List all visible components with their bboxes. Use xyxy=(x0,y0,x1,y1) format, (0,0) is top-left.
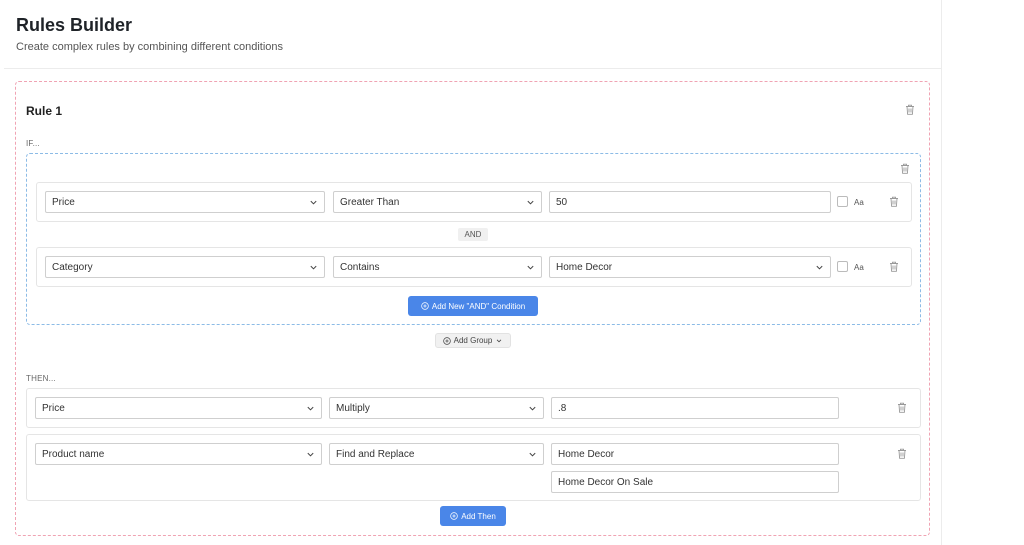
action-operation-value: Find and Replace xyxy=(336,448,415,460)
add-and-condition-label: Add New "AND" Condition xyxy=(431,301,526,311)
action-value-input[interactable]: .8 xyxy=(551,397,839,419)
condition-value-text: Home Decor xyxy=(556,261,613,273)
delete-condition-trash-icon[interactable] xyxy=(887,259,901,273)
plus-circle-icon xyxy=(450,512,458,520)
action-field-value: Product name xyxy=(42,448,105,460)
condition-field-value: Category xyxy=(52,261,93,273)
chevron-down-icon xyxy=(310,200,317,205)
delete-action-trash-icon[interactable] xyxy=(895,400,909,414)
condition-row-price: Price Greater Than 50 Aa xyxy=(36,182,912,222)
condition-operator-value: Greater Than xyxy=(340,196,400,208)
plus-circle-icon xyxy=(421,302,429,310)
replace-text-input[interactable]: Home Decor On Sale xyxy=(551,471,839,493)
delete-rule-trash-icon[interactable] xyxy=(903,102,917,116)
page-header: Rules Builder Create complex rules by co… xyxy=(4,0,942,69)
case-sensitive-label: Aa xyxy=(854,198,864,207)
condition-row-category: Category Contains Home Decor Aa xyxy=(36,247,912,287)
chevron-down-icon xyxy=(307,452,314,457)
action-field-value: Price xyxy=(42,402,65,414)
add-then-button[interactable]: Add Then xyxy=(440,506,506,526)
chevron-down-icon xyxy=(527,200,534,205)
plus-circle-icon xyxy=(442,336,451,345)
find-text-input[interactable]: Home Decor xyxy=(551,443,839,465)
rule-title: Rule 1 xyxy=(26,104,63,118)
action-row-product-name: Product name Find and Replace Home Decor… xyxy=(26,434,921,501)
case-sensitive-checkbox[interactable] xyxy=(837,261,848,272)
rules-builder-panel: Rules Builder Create complex rules by co… xyxy=(4,0,942,545)
chevron-down-icon xyxy=(307,406,314,411)
add-group-button[interactable]: Add Group xyxy=(435,333,511,348)
condition-operator-select[interactable]: Greater Than xyxy=(333,191,542,213)
page-subtitle: Create complex rules by combining differ… xyxy=(16,41,283,53)
add-then-label: Add Then xyxy=(461,511,496,521)
condition-operator-select[interactable]: Contains xyxy=(333,256,542,278)
if-label: IF... xyxy=(26,139,40,148)
chevron-down-icon xyxy=(816,265,823,270)
condition-group: Price Greater Than 50 Aa AND Category Co… xyxy=(26,153,921,325)
action-operation-select[interactable]: Find and Replace xyxy=(329,443,544,465)
case-sensitive-checkbox[interactable] xyxy=(837,196,848,207)
condition-value-input[interactable]: 50 xyxy=(549,191,831,213)
condition-field-select[interactable]: Price xyxy=(45,191,325,213)
condition-value-select[interactable]: Home Decor xyxy=(549,256,831,278)
condition-field-select[interactable]: Category xyxy=(45,256,325,278)
and-badge: AND xyxy=(458,228,488,241)
condition-operator-value: Contains xyxy=(340,261,380,273)
action-operation-value: Multiply xyxy=(336,402,370,414)
page-title: Rules Builder xyxy=(16,15,133,35)
action-field-select[interactable]: Product name xyxy=(35,443,322,465)
action-field-select[interactable]: Price xyxy=(35,397,322,419)
add-group-label: Add Group xyxy=(453,336,493,345)
action-row-price: Price Multiply .8 xyxy=(26,388,921,428)
chevron-down-icon xyxy=(529,452,536,457)
chevron-down-icon xyxy=(527,265,534,270)
delete-action-trash-icon[interactable] xyxy=(895,446,909,460)
then-label: THEN... xyxy=(26,374,56,383)
delete-condition-trash-icon[interactable] xyxy=(887,194,901,208)
case-sensitive-label: Aa xyxy=(854,263,864,272)
rule-card: Rule 1 IF... Price Greater Than 50 Aa AN… xyxy=(15,81,930,536)
add-and-condition-button[interactable]: Add New "AND" Condition xyxy=(408,296,538,316)
chevron-down-icon xyxy=(529,406,536,411)
condition-field-value: Price xyxy=(52,196,75,208)
chevron-down-icon xyxy=(497,339,502,342)
delete-group-trash-icon[interactable] xyxy=(898,161,912,175)
chevron-down-icon xyxy=(310,265,317,270)
action-operation-select[interactable]: Multiply xyxy=(329,397,544,419)
